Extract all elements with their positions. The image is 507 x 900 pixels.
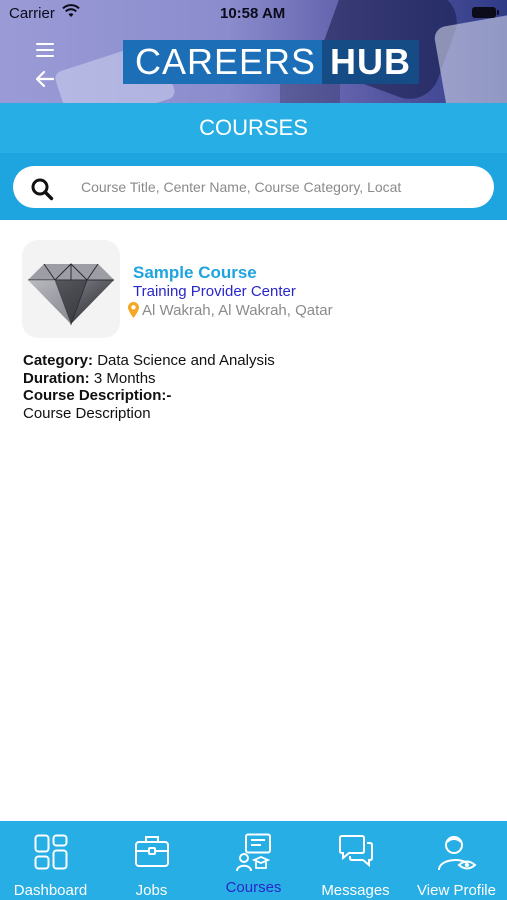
hamburger-menu-icon[interactable] bbox=[36, 43, 54, 57]
tab-view-profile[interactable]: View Profile bbox=[406, 821, 507, 900]
duration-row: Duration: 3 Months bbox=[23, 370, 275, 388]
courses-icon bbox=[235, 833, 271, 872]
briefcase-icon bbox=[134, 836, 169, 867]
chat-bubbles-icon bbox=[338, 835, 373, 868]
back-arrow-icon[interactable] bbox=[35, 70, 55, 88]
search-input[interactable] bbox=[81, 166, 481, 208]
wifi-icon bbox=[62, 4, 80, 17]
tab-jobs[interactable]: Jobs bbox=[101, 821, 202, 900]
course-title[interactable]: Sample Course bbox=[133, 263, 257, 283]
tab-view-profile-label: View Profile bbox=[417, 882, 496, 899]
course-card[interactable]: Sample Course Training Provider Center A… bbox=[0, 220, 507, 440]
diamond-icon bbox=[28, 263, 114, 326]
search-bar bbox=[0, 153, 507, 220]
page-title: COURSES bbox=[0, 103, 507, 153]
category-row: Category: Data Science and Analysis bbox=[23, 352, 275, 370]
description-label-row: Course Description:- bbox=[23, 387, 275, 405]
duration-label: Duration: bbox=[23, 369, 90, 387]
tab-messages[interactable]: Messages bbox=[305, 821, 406, 900]
header-banner: Carrier 10:58 AM CAREERS HUB bbox=[0, 0, 507, 103]
tab-dashboard-label: Dashboard bbox=[13, 882, 88, 899]
dashboard-icon bbox=[34, 834, 67, 870]
tab-courses[interactable]: Courses bbox=[202, 821, 305, 900]
battery-icon bbox=[472, 7, 499, 18]
bottom-tab-bar: Dashboard Jobs Courses Messages View Pro… bbox=[0, 821, 507, 900]
description-text: Course Description bbox=[23, 404, 151, 422]
category-label: Category: bbox=[23, 352, 94, 369]
search-box[interactable] bbox=[13, 166, 494, 208]
clock: 10:58 AM bbox=[220, 5, 286, 22]
description-label: Course Description:- bbox=[23, 387, 172, 404]
logo-hub-text: HUB bbox=[322, 40, 420, 84]
category-value: Data Science and Analysis bbox=[97, 352, 275, 369]
search-icon[interactable] bbox=[30, 177, 54, 201]
tab-jobs-label: Jobs bbox=[135, 882, 168, 899]
status-bar: Carrier 10:58 AM bbox=[0, 0, 507, 30]
profile-eye-icon bbox=[437, 836, 477, 871]
tab-courses-label: Courses bbox=[225, 879, 282, 896]
course-thumbnail[interactable] bbox=[22, 240, 120, 338]
location-pin-icon bbox=[128, 302, 139, 318]
careers-hub-logo: CAREERS HUB bbox=[123, 40, 420, 84]
tab-messages-label: Messages bbox=[321, 882, 390, 899]
logo-careers-text: CAREERS bbox=[123, 40, 323, 84]
duration-value: 3 Months bbox=[93, 369, 156, 387]
tab-dashboard[interactable]: Dashboard bbox=[0, 821, 101, 900]
carrier-label: Carrier bbox=[9, 5, 55, 22]
course-details: Category: Data Science and Analysis Dura… bbox=[23, 352, 275, 422]
course-center-link[interactable]: Training Provider Center bbox=[133, 283, 296, 300]
course-location: Al Wakrah, Al Wakrah, Qatar bbox=[142, 302, 333, 319]
